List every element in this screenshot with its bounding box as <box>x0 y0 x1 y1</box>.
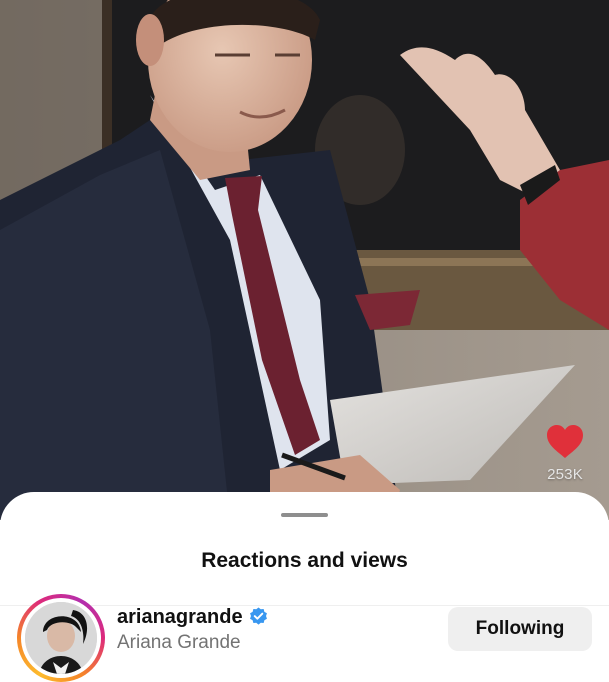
video-still-image <box>0 0 609 520</box>
like-count: 253K <box>547 466 583 483</box>
viewer-row[interactable]: arianagrande Ariana Grande Following <box>0 594 609 682</box>
avatar[interactable] <box>25 602 97 674</box>
sheet-grabber-handle[interactable] <box>281 513 328 517</box>
verified-badge-icon <box>249 607 267 625</box>
following-button[interactable]: Following <box>448 607 592 651</box>
heart-icon[interactable] <box>545 424 585 460</box>
viewer-full-name: Ariana Grande <box>117 632 241 653</box>
sheet-title: Reactions and views <box>201 549 408 572</box>
viewer-username-text: arianagrande <box>117 606 243 628</box>
reactions-sheet: Reactions and views arianagrande Ariana … <box>0 492 609 682</box>
like-control[interactable]: 253K <box>541 424 589 483</box>
video-frame[interactable]: 253K <box>0 0 609 520</box>
viewer-username[interactable]: arianagrande <box>117 606 268 629</box>
avatar-frame <box>21 598 101 678</box>
story-ring[interactable] <box>17 594 105 682</box>
avatar-photo <box>25 602 97 674</box>
